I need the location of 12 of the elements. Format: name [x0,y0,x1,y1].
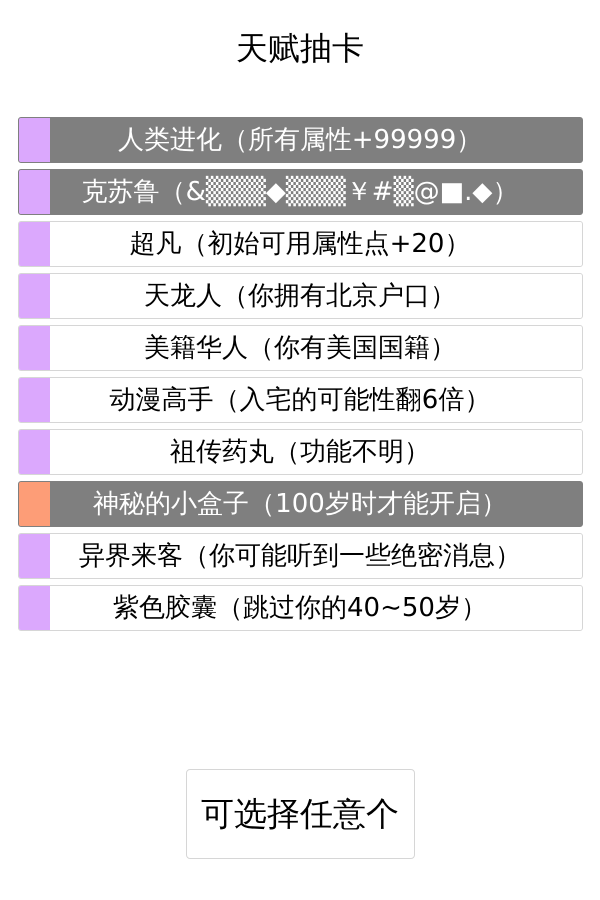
talent-option[interactable]: 超凡（初始可用属性点+20） [18,221,582,267]
talent-option[interactable]: 天龙人（你拥有北京户口） [18,273,582,319]
talent-option[interactable]: 祖传药丸（功能不明） [18,429,582,475]
talent-option[interactable]: 美籍华人（你有美国国籍） [18,325,582,371]
talent-option[interactable]: 动漫高手（入宅的可能性翻6倍） [18,377,582,423]
choose-any-button[interactable]: 可选择任意个 [186,769,414,859]
talent-option[interactable]: 克苏鲁（&▒▒▒◆▒▒▒￥#▒@■.◆） [18,169,582,215]
talent-option[interactable]: 异界来客（你可能听到一些绝密消息） [18,533,582,579]
talent-option[interactable]: 紫色胶囊（跳过你的40~50岁） [18,585,582,631]
talent-option[interactable]: 人类进化（所有属性+99999） [18,117,582,163]
page-title: 天赋抽卡 [236,28,364,68]
talent-option[interactable]: 神秘的小盒子（100岁时才能开启） [18,481,582,527]
